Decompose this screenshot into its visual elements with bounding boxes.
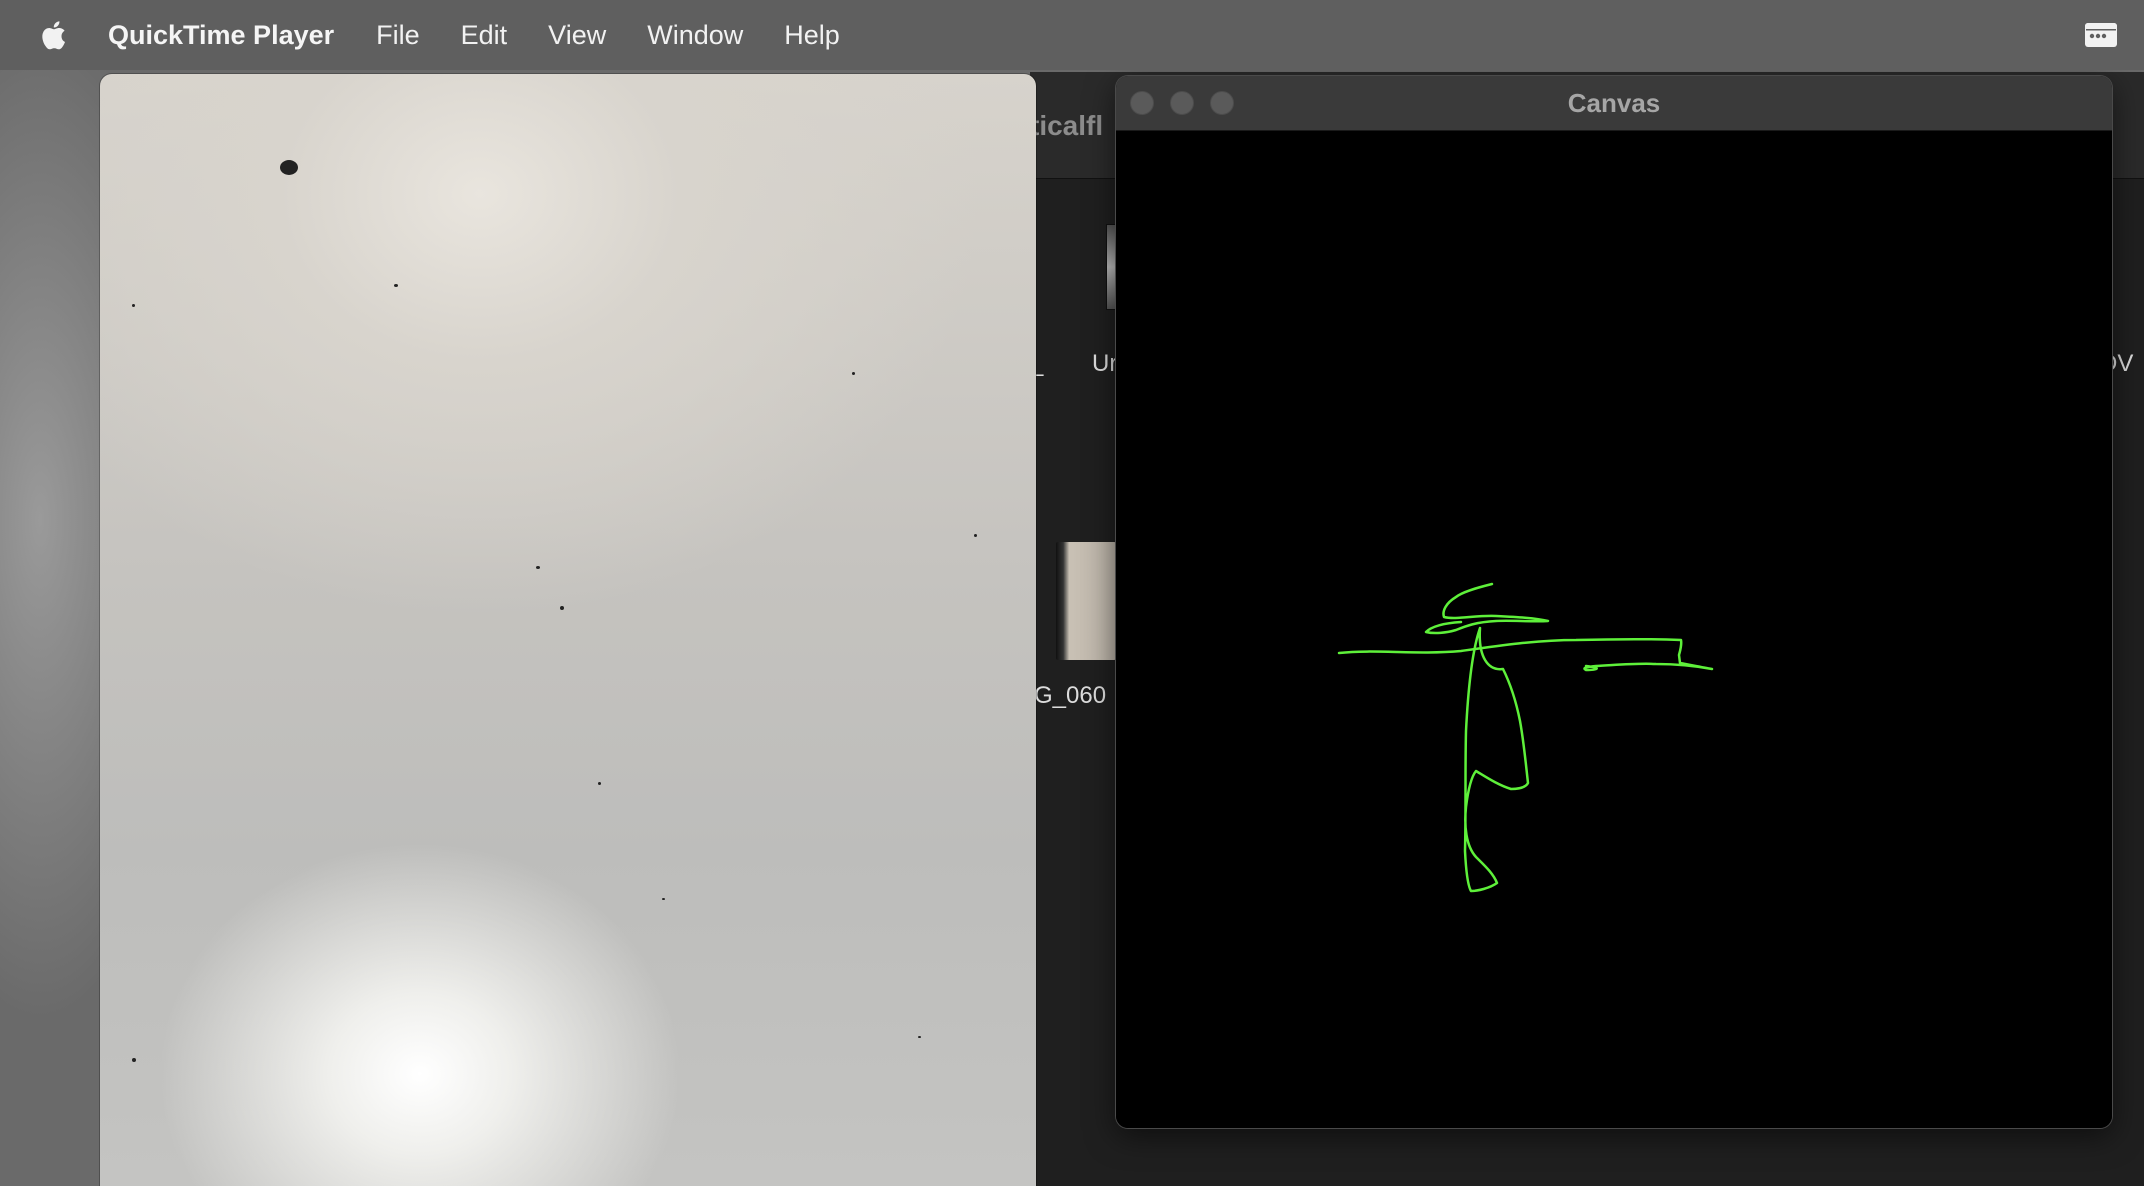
drawing-strokes bbox=[1337, 582, 1714, 893]
canvas-window-title: Canvas bbox=[1567, 88, 1661, 118]
apple-logo-icon[interactable] bbox=[38, 17, 68, 53]
surface-speck bbox=[132, 1058, 136, 1062]
menu-file[interactable]: File bbox=[376, 20, 420, 51]
surface-speck bbox=[974, 534, 977, 537]
file-label[interactable]: G_060 bbox=[1034, 682, 1106, 710]
menu-bar: QuickTime Player File Edit View Window H… bbox=[0, 0, 2144, 70]
stroke-body bbox=[1463, 626, 1530, 893]
canvas-titlebar[interactable]: Canvas bbox=[1116, 76, 2112, 131]
surface-speck bbox=[394, 284, 398, 287]
green-stroke-group bbox=[1337, 582, 1714, 893]
surface-speck bbox=[560, 606, 564, 610]
stroke-top-loop bbox=[1424, 582, 1550, 635]
drawing-canvas[interactable] bbox=[1116, 131, 2112, 1128]
finder-window-title: ticalfl bbox=[1030, 110, 1104, 141]
surface-speck bbox=[918, 1036, 921, 1038]
surface-speck bbox=[852, 372, 855, 375]
surface-speck bbox=[598, 782, 601, 785]
menu-view[interactable]: View bbox=[548, 20, 606, 51]
surface-speck bbox=[662, 898, 665, 900]
canvas-window[interactable]: Canvas bbox=[1116, 76, 2112, 1128]
surface-speck bbox=[280, 160, 298, 175]
control-center-icon[interactable] bbox=[2084, 20, 2118, 50]
menu-help[interactable]: Help bbox=[784, 20, 840, 51]
surface-speck bbox=[132, 304, 135, 307]
menu-window[interactable]: Window bbox=[647, 20, 743, 51]
menu-app-name[interactable]: QuickTime Player bbox=[108, 20, 334, 51]
surface-speck bbox=[536, 566, 540, 569]
stroke-top-line bbox=[1337, 638, 1714, 672]
file-label[interactable]: Ur bbox=[1092, 350, 1117, 378]
menu-edit[interactable]: Edit bbox=[461, 20, 508, 51]
photo-preview-window[interactable] bbox=[100, 74, 1036, 1186]
file-thumbnail[interactable] bbox=[1056, 542, 1116, 660]
